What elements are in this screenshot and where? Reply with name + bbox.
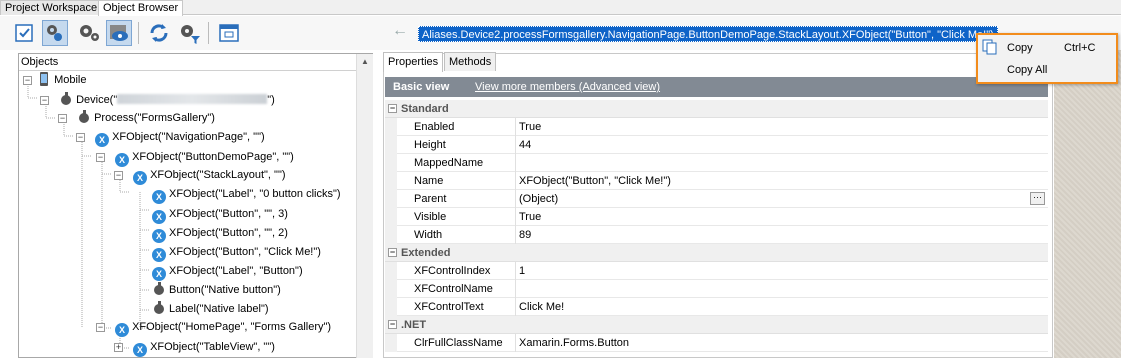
workspace-tabs: Project Workspace Object Browser: [0, 0, 1121, 16]
tree-node-navigationpage[interactable]: − X XFObject("NavigationPage", ""): [76, 128, 265, 147]
context-menu: Copy Ctrl+C Copy All: [976, 33, 1118, 84]
copy-shortcut: Ctrl+C: [1064, 42, 1096, 54]
copy-menu-item[interactable]: Copy: [1007, 38, 1033, 58]
object-browser-toolbar: [0, 16, 375, 50]
property-row[interactable]: Height 44: [385, 136, 1048, 154]
basic-view-label: Basic view: [393, 81, 450, 93]
tree-node-label-button[interactable]: X XFObject("Label", "Button"): [152, 262, 303, 281]
property-row[interactable]: MappedName: [385, 154, 1048, 172]
apple-icon: [59, 92, 73, 106]
xamarin-icon: X: [152, 248, 166, 262]
gear-icon[interactable]: [76, 20, 102, 46]
tree-header: Objects: [19, 54, 372, 71]
property-row[interactable]: XFControlName: [385, 280, 1048, 298]
xamarin-icon: X: [95, 133, 110, 147]
apple-icon: [152, 301, 166, 315]
tree-node-native-button[interactable]: Button("Native button"): [152, 281, 281, 299]
copy-all-menu-item[interactable]: Copy All: [1007, 60, 1047, 80]
tree-node-native-label[interactable]: Label("Native label"): [152, 300, 269, 318]
xamarin-icon: X: [152, 229, 166, 243]
property-row[interactable]: XFControlText Click Me!: [385, 298, 1048, 316]
tree-node-process[interactable]: − Process("FormsGallery"): [58, 109, 215, 127]
tree-node-label-clicks[interactable]: X XFObject("Label", "0 button clicks"): [152, 185, 341, 204]
apple-icon: [152, 282, 166, 296]
property-row[interactable]: Parent (Object) ···: [385, 190, 1048, 208]
scroll-up-icon[interactable]: ▲: [361, 57, 369, 66]
tree-node-button-3[interactable]: X XFObject("Button", "", 3): [152, 205, 288, 224]
tree-scrollbar[interactable]: [356, 54, 373, 358]
object-path[interactable]: Aliases.Device2.processFormsgallery.Navi…: [418, 26, 998, 42]
blurred-device-name: [117, 94, 268, 104]
property-grid: − Standard Enabled True Height 44 MappedNam…: [385, 100, 1048, 352]
tab-project-workspace[interactable]: Project Workspace: [0, 0, 103, 15]
property-row[interactable]: ClrFullClassName Xamarin.Forms.Button: [385, 334, 1048, 352]
map-object-icon[interactable]: [42, 20, 68, 46]
ellipsis-button[interactable]: ···: [1030, 192, 1045, 205]
tree-node-button-2[interactable]: X XFObject("Button", "", 2): [152, 224, 288, 243]
xamarin-icon: X: [133, 343, 148, 357]
property-row[interactable]: Enabled True: [385, 118, 1048, 136]
advanced-view-link[interactable]: View more members (Advanced view): [475, 77, 660, 97]
refresh-icon[interactable]: [146, 20, 172, 46]
xamarin-icon: X: [152, 190, 166, 204]
property-row[interactable]: XFControlIndex 1: [385, 262, 1048, 280]
tree-node-button-clickme[interactable]: X XFObject("Button", "Click Me!"): [152, 243, 321, 262]
property-row[interactable]: Visible True: [385, 208, 1048, 226]
filter-gear-icon[interactable]: [176, 20, 202, 46]
tree-node-homepage[interactable]: − X XFObject("HomePage", "Forms Gallery"): [96, 318, 331, 337]
tree-node-device[interactable]: − Device(" "): [40, 91, 275, 109]
category-net[interactable]: − .NET: [385, 316, 1048, 334]
category-extended[interactable]: − Extended: [385, 244, 1048, 262]
xamarin-icon: X: [115, 323, 130, 337]
xamarin-icon: X: [152, 267, 166, 281]
tree-node-stacklayout[interactable]: − X XFObject("StackLayout", ""): [114, 166, 286, 185]
back-arrow-icon[interactable]: ←: [392, 22, 408, 40]
checkpoint-icon[interactable]: [12, 20, 38, 46]
tab-object-browser[interactable]: Object Browser: [98, 0, 184, 16]
tree-node-buttondemopage[interactable]: − X XFObject("ButtonDemoPage", ""): [96, 148, 294, 167]
window-icon[interactable]: [216, 20, 242, 46]
property-row[interactable]: Name XFObject("Button", "Click Me!"): [385, 172, 1048, 190]
basic-view-bar: Basic view View more members (Advanced v…: [385, 77, 1048, 97]
category-standard[interactable]: − Standard: [385, 100, 1048, 118]
apple-icon: [77, 110, 91, 124]
tab-methods[interactable]: Methods: [444, 52, 497, 71]
xamarin-icon: X: [115, 153, 130, 167]
xamarin-icon: X: [133, 171, 148, 185]
property-row[interactable]: Width 89: [385, 226, 1048, 244]
tab-properties[interactable]: Properties: [383, 52, 444, 72]
tree-node-tableview[interactable]: + X XFObject("TableView", ""): [114, 338, 275, 357]
copy-icon: [982, 39, 997, 55]
mobile-icon: [37, 72, 51, 86]
xamarin-icon: X: [152, 210, 166, 224]
eye-icon[interactable]: [106, 20, 132, 46]
background-texture: [1054, 50, 1121, 358]
tree-node-mobile[interactable]: − Mobile: [23, 71, 86, 89]
